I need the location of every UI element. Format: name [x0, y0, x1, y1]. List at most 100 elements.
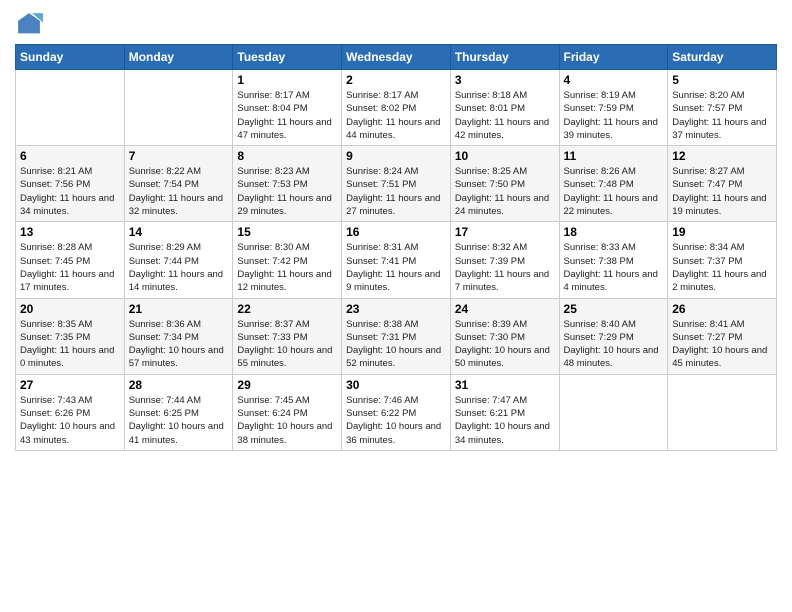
day-info: Sunrise: 8:34 AM Sunset: 7:37 PM Dayligh…: [672, 241, 772, 294]
day-info: Sunrise: 8:25 AM Sunset: 7:50 PM Dayligh…: [455, 165, 555, 218]
day-info: Sunrise: 8:22 AM Sunset: 7:54 PM Dayligh…: [129, 165, 229, 218]
weekday-header-sunday: Sunday: [16, 45, 125, 70]
day-number: 19: [672, 225, 772, 239]
calendar-cell: 30 Sunrise: 7:46 AM Sunset: 6:22 PM Dayli…: [342, 374, 451, 450]
calendar-cell: 10Sunrise: 8:25 AM Sunset: 7:50 PM Dayli…: [450, 146, 559, 222]
calendar-week-2: 6 Sunrise: 8:21 AM Sunset: 7:56 PM Daylig…: [16, 146, 777, 222]
weekday-header-wednesday: Wednesday: [342, 45, 451, 70]
day-info: Sunrise: 7:47 AM Sunset: 6:21 PM Dayligh…: [455, 394, 555, 447]
day-info: Sunrise: 8:39 AM Sunset: 7:30 PM Dayligh…: [455, 318, 555, 371]
day-info: Sunrise: 8:21 AM Sunset: 7:56 PM Dayligh…: [20, 165, 120, 218]
day-info: Sunrise: 8:31 AM Sunset: 7:41 PM Dayligh…: [346, 241, 446, 294]
calendar-week-4: 20 Sunrise: 8:35 AM Sunset: 7:35 PM Dayli…: [16, 298, 777, 374]
day-number: 29: [237, 378, 337, 392]
day-info: Sunrise: 8:27 AM Sunset: 7:47 PM Dayligh…: [672, 165, 772, 218]
calendar-cell: 25 Sunrise: 8:40 AM Sunset: 7:29 PM Dayli…: [559, 298, 668, 374]
day-number: 24: [455, 302, 555, 316]
day-info: Sunrise: 8:26 AM Sunset: 7:48 PM Dayligh…: [564, 165, 664, 218]
day-info: Sunrise: 8:38 AM Sunset: 7:31 PM Dayligh…: [346, 318, 446, 371]
calendar-cell: 2Sunrise: 8:17 AM Sunset: 8:02 PM Daylig…: [342, 70, 451, 146]
calendar-cell: [124, 70, 233, 146]
calendar-cell: 27 Sunrise: 7:43 AM Sunset: 6:26 PM Dayli…: [16, 374, 125, 450]
day-number: 25: [564, 302, 664, 316]
day-number: 7: [129, 149, 229, 163]
calendar-week-5: 27 Sunrise: 7:43 AM Sunset: 6:26 PM Dayli…: [16, 374, 777, 450]
calendar-cell: 1 Sunrise: 8:17 AM Sunset: 8:04 PM Daylig…: [233, 70, 342, 146]
day-number: 22: [237, 302, 337, 316]
day-info: Sunrise: 8:33 AM Sunset: 7:38 PM Dayligh…: [564, 241, 664, 294]
page: SundayMondayTuesdayWednesdayThursdayFrid…: [0, 0, 792, 612]
calendar-cell: 14 Sunrise: 8:29 AM Sunset: 7:44 PM Dayli…: [124, 222, 233, 298]
day-number: 21: [129, 302, 229, 316]
calendar-cell: 31 Sunrise: 7:47 AM Sunset: 6:21 PM Dayli…: [450, 374, 559, 450]
calendar-cell: 18 Sunrise: 8:33 AM Sunset: 7:38 PM Dayli…: [559, 222, 668, 298]
day-number: 4: [564, 73, 664, 87]
calendar-cell: 9 Sunrise: 8:24 AM Sunset: 7:51 PM Daylig…: [342, 146, 451, 222]
calendar-cell: 12 Sunrise: 8:27 AM Sunset: 7:47 PM Dayli…: [668, 146, 777, 222]
day-number: 30: [346, 378, 446, 392]
day-number: 23: [346, 302, 446, 316]
day-number: 31: [455, 378, 555, 392]
calendar-week-1: 1 Sunrise: 8:17 AM Sunset: 8:04 PM Daylig…: [16, 70, 777, 146]
day-info: Sunrise: 8:41 AM Sunset: 7:27 PM Dayligh…: [672, 318, 772, 371]
calendar-cell: 11 Sunrise: 8:26 AM Sunset: 7:48 PM Dayli…: [559, 146, 668, 222]
calendar-cell: 26 Sunrise: 8:41 AM Sunset: 7:27 PM Dayli…: [668, 298, 777, 374]
day-number: 12: [672, 149, 772, 163]
calendar-cell: 23 Sunrise: 8:38 AM Sunset: 7:31 PM Dayli…: [342, 298, 451, 374]
day-info: Sunrise: 8:24 AM Sunset: 7:51 PM Dayligh…: [346, 165, 446, 218]
calendar-cell: 5Sunrise: 8:20 AM Sunset: 7:57 PM Daylig…: [668, 70, 777, 146]
day-info: Sunrise: 8:17 AM Sunset: 8:04 PM Dayligh…: [237, 89, 337, 142]
calendar-cell: 24 Sunrise: 8:39 AM Sunset: 7:30 PM Dayli…: [450, 298, 559, 374]
calendar-cell: 4 Sunrise: 8:19 AM Sunset: 7:59 PM Daylig…: [559, 70, 668, 146]
day-info: Sunrise: 8:30 AM Sunset: 7:42 PM Dayligh…: [237, 241, 337, 294]
day-number: 5: [672, 73, 772, 87]
calendar-cell: 15 Sunrise: 8:30 AM Sunset: 7:42 PM Dayli…: [233, 222, 342, 298]
calendar-cell: 8Sunrise: 8:23 AM Sunset: 7:53 PM Daylig…: [233, 146, 342, 222]
calendar-cell: 22 Sunrise: 8:37 AM Sunset: 7:33 PM Dayli…: [233, 298, 342, 374]
header: [15, 10, 777, 38]
weekday-header-thursday: Thursday: [450, 45, 559, 70]
weekday-header-row: SundayMondayTuesdayWednesdayThursdayFrid…: [16, 45, 777, 70]
weekday-header-monday: Monday: [124, 45, 233, 70]
day-number: 18: [564, 225, 664, 239]
day-info: Sunrise: 8:32 AM Sunset: 7:39 PM Dayligh…: [455, 241, 555, 294]
day-number: 14: [129, 225, 229, 239]
day-info: Sunrise: 8:37 AM Sunset: 7:33 PM Dayligh…: [237, 318, 337, 371]
day-info: Sunrise: 7:43 AM Sunset: 6:26 PM Dayligh…: [20, 394, 120, 447]
day-info: Sunrise: 8:17 AM Sunset: 8:02 PM Dayligh…: [346, 89, 446, 142]
day-number: 1: [237, 73, 337, 87]
day-info: Sunrise: 7:46 AM Sunset: 6:22 PM Dayligh…: [346, 394, 446, 447]
day-number: 13: [20, 225, 120, 239]
day-info: Sunrise: 8:29 AM Sunset: 7:44 PM Dayligh…: [129, 241, 229, 294]
day-number: 28: [129, 378, 229, 392]
calendar-cell: 29 Sunrise: 7:45 AM Sunset: 6:24 PM Dayli…: [233, 374, 342, 450]
day-number: 27: [20, 378, 120, 392]
calendar-week-3: 13Sunrise: 8:28 AM Sunset: 7:45 PM Dayli…: [16, 222, 777, 298]
calendar-cell: 13Sunrise: 8:28 AM Sunset: 7:45 PM Dayli…: [16, 222, 125, 298]
weekday-header-tuesday: Tuesday: [233, 45, 342, 70]
logo-icon: [15, 10, 43, 38]
calendar-cell: 28 Sunrise: 7:44 AM Sunset: 6:25 PM Dayli…: [124, 374, 233, 450]
day-number: 9: [346, 149, 446, 163]
day-info: Sunrise: 8:23 AM Sunset: 7:53 PM Dayligh…: [237, 165, 337, 218]
calendar-cell: 16Sunrise: 8:31 AM Sunset: 7:41 PM Dayli…: [342, 222, 451, 298]
calendar-cell: 20 Sunrise: 8:35 AM Sunset: 7:35 PM Dayli…: [16, 298, 125, 374]
calendar-cell: 3Sunrise: 8:18 AM Sunset: 8:01 PM Daylig…: [450, 70, 559, 146]
day-number: 6: [20, 149, 120, 163]
day-number: 20: [20, 302, 120, 316]
calendar-cell: 7 Sunrise: 8:22 AM Sunset: 7:54 PM Daylig…: [124, 146, 233, 222]
day-number: 26: [672, 302, 772, 316]
day-info: Sunrise: 7:44 AM Sunset: 6:25 PM Dayligh…: [129, 394, 229, 447]
weekday-header-saturday: Saturday: [668, 45, 777, 70]
day-number: 15: [237, 225, 337, 239]
day-number: 17: [455, 225, 555, 239]
calendar-cell: 6 Sunrise: 8:21 AM Sunset: 7:56 PM Daylig…: [16, 146, 125, 222]
calendar-cell: [668, 374, 777, 450]
day-info: Sunrise: 8:19 AM Sunset: 7:59 PM Dayligh…: [564, 89, 664, 142]
day-number: 11: [564, 149, 664, 163]
day-info: Sunrise: 8:35 AM Sunset: 7:35 PM Dayligh…: [20, 318, 120, 371]
calendar-cell: 19 Sunrise: 8:34 AM Sunset: 7:37 PM Dayli…: [668, 222, 777, 298]
day-info: Sunrise: 8:40 AM Sunset: 7:29 PM Dayligh…: [564, 318, 664, 371]
day-info: Sunrise: 7:45 AM Sunset: 6:24 PM Dayligh…: [237, 394, 337, 447]
logo: [15, 10, 47, 38]
